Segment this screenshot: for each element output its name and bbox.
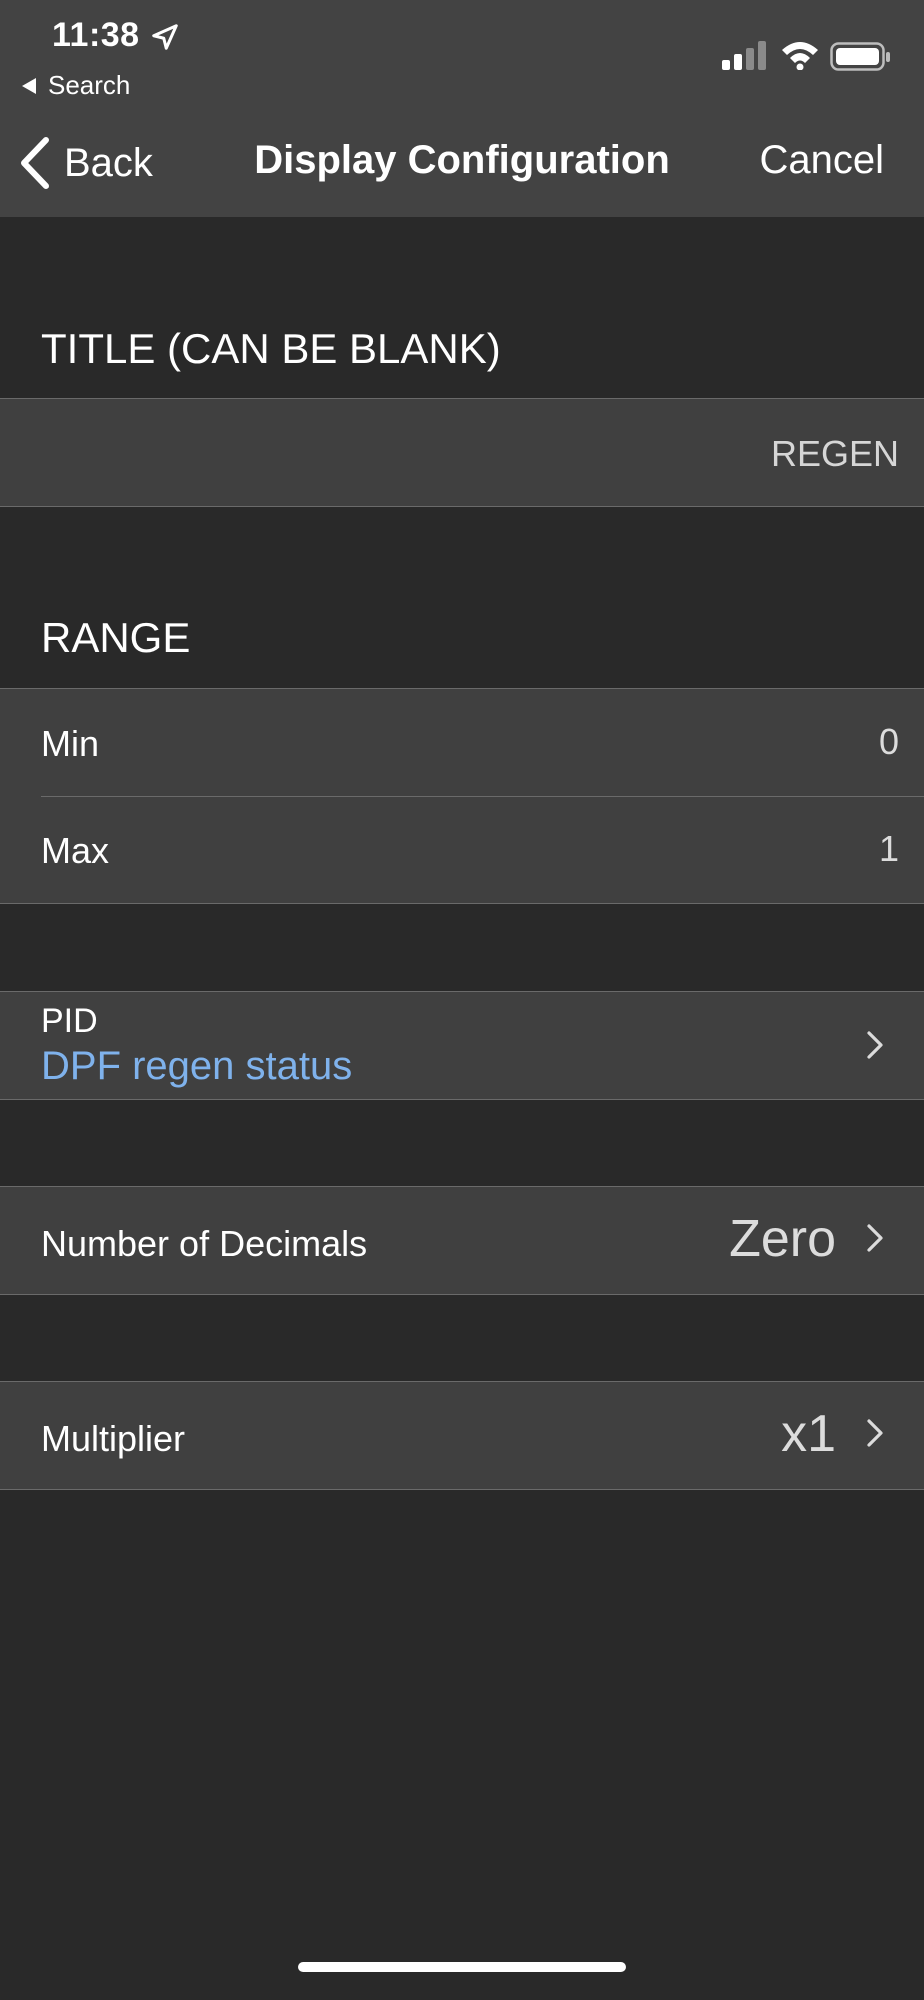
wifi-icon (782, 42, 818, 70)
chevron-right-icon (867, 1419, 883, 1447)
pid-value: DPF regen status (41, 1044, 353, 1088)
battery-icon (830, 42, 890, 71)
max-row[interactable]: Max 1 (0, 796, 924, 903)
cellular-signal-icon (722, 41, 766, 70)
min-value[interactable]: 0 (879, 721, 899, 763)
multiplier-label: Multiplier (41, 1418, 186, 1459)
title-group: REGEN (0, 398, 924, 507)
pid-row[interactable]: PID DPF regen status (0, 992, 924, 1099)
home-indicator[interactable] (298, 1962, 626, 1972)
multiplier-row[interactable]: Multiplier x1 (0, 1382, 924, 1489)
chevron-right-icon (867, 1224, 883, 1252)
location-arrow-icon (152, 24, 178, 50)
pid-label: PID (41, 1002, 98, 1040)
cancel-button[interactable]: Cancel (759, 138, 884, 183)
chevron-right-icon (867, 1031, 883, 1059)
title-field[interactable]: REGEN (0, 399, 924, 506)
title-value[interactable]: REGEN (771, 433, 899, 475)
top-bar: 11:38 Search Back Display Configuration … (0, 0, 924, 217)
min-row[interactable]: Min 0 (0, 689, 924, 796)
multiplier-group: Multiplier x1 (0, 1381, 924, 1490)
back-app-label: Search (48, 70, 131, 100)
pid-group: PID DPF regen status (0, 991, 924, 1100)
decimals-label: Number of Decimals (41, 1223, 368, 1264)
range-section-header: RANGE (41, 614, 191, 661)
max-label: Max (41, 830, 110, 871)
back-triangle-icon (22, 77, 36, 94)
back-to-app[interactable]: Search (22, 70, 130, 101)
decimals-value: Zero (729, 1210, 836, 1268)
multiplier-value: x1 (781, 1405, 836, 1463)
decimals-group: Number of Decimals Zero (0, 1186, 924, 1295)
decimals-row[interactable]: Number of Decimals Zero (0, 1187, 924, 1294)
max-value[interactable]: 1 (879, 828, 899, 870)
title-section-header: TITLE (CAN BE BLANK) (41, 325, 501, 372)
min-label: Min (41, 723, 100, 764)
range-group: Min 0 Max 1 (0, 688, 924, 904)
status-time: 11:38 (52, 16, 140, 54)
